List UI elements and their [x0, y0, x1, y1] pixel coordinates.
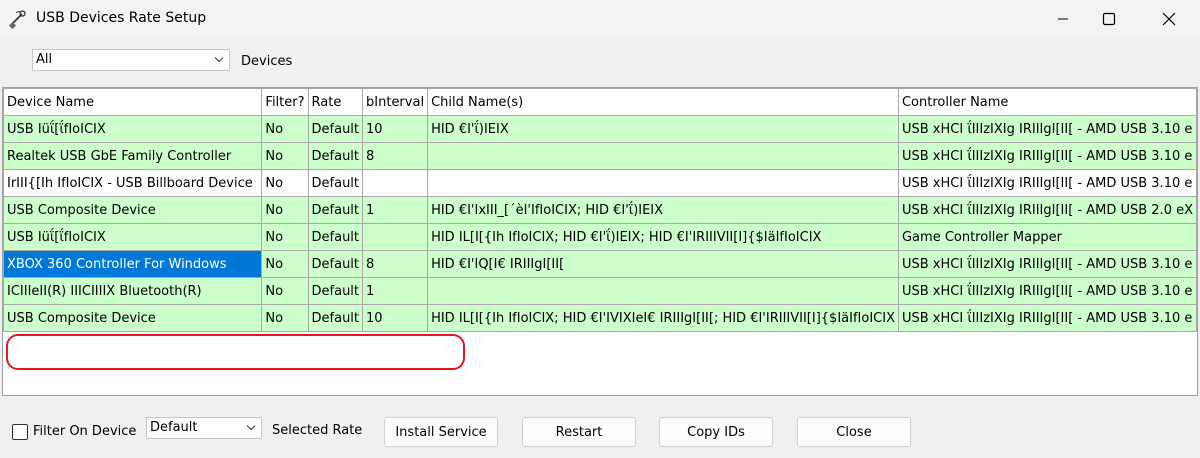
cell-controller-name[interactable]: USB xHCI ΐΙΙΙzΙΧΙg ΙRΙΙΙgΙ[ΙΙ[ - AMD USB…	[897, 142, 1197, 170]
cell-rate[interactable]: Default	[307, 304, 364, 332]
cell-controller-name[interactable]: USB xHCI ΐΙΙΙzΙΧΙg ΙRΙΙΙgΙ[ΙΙ[ - AMD USB…	[897, 115, 1197, 143]
install-service-button[interactable]: Install Service	[384, 417, 498, 447]
cell-binterval[interactable]	[362, 223, 429, 251]
cell-binterval[interactable]: 8	[362, 142, 429, 170]
cell-device-name[interactable]: XBOX 360 Controller For Windows	[3, 250, 263, 278]
cell-child-names[interactable]	[427, 277, 899, 305]
table-row[interactable]: ΙCΙΙΙeΙΙ(R) ΙIΙCΙΙΙΙΧ Bluetooth(R) No Defa…	[3, 277, 1197, 305]
cell-child-names[interactable]: HID €Ι'ΐ)ΙΕΙΧ	[427, 115, 899, 143]
cell-binterval[interactable]: 8	[362, 250, 429, 278]
cell-child-names[interactable]: HID ΙL[Ι[{Ιh ΙfΙοΙCΙΧ; HID €Ι'ΙVΙΧΙeΙ€ Ι…	[427, 304, 899, 332]
chevron-down-icon	[214, 57, 224, 63]
title-bar[interactable]: USB Devices Rate Setup	[0, 0, 1200, 38]
cell-filter[interactable]: No	[261, 169, 309, 197]
cell-controller-name[interactable]: USB xHCI ΐΙΙΙzΙΧΙg ΙRΙΙΙgΙ[ΙΙ[ - AMD USB…	[897, 277, 1197, 305]
column-header-controller-name[interactable]: Controller Name	[897, 88, 1197, 116]
cell-rate[interactable]: Default	[307, 196, 364, 224]
cell-binterval[interactable]: 1	[362, 277, 429, 305]
cell-rate[interactable]: Default	[307, 277, 364, 305]
usb-app-icon	[8, 10, 26, 29]
table-row[interactable]: USB Composite Device No Default 10 HID ΙL[Ι[…	[3, 304, 1197, 332]
filter-row: All Devices	[0, 38, 1200, 86]
cell-device-name[interactable]: ΙCΙΙΙeΙΙ(R) ΙIΙCΙΙΙΙΧ Bluetooth(R)	[3, 277, 263, 305]
cell-device-name[interactable]: USB Composite Device	[3, 196, 263, 224]
table-row[interactable]: USB Ιüΐ[ΐfΙοΙCΙΧ No Default HID ΙL[Ι[{Ιh Ιf…	[3, 223, 1197, 251]
cell-child-names[interactable]: HID ΙL[Ι[{Ιh ΙfΙοΙCΙΧ; HID €Ι'ΐ)ΙΕΙΧ; HI…	[427, 223, 899, 251]
column-header-rate[interactable]: Rate	[307, 88, 364, 116]
column-header-binterval[interactable]: bInterval	[362, 88, 429, 116]
cell-binterval[interactable]: 10	[362, 115, 429, 143]
cell-filter[interactable]: No	[261, 115, 309, 143]
chevron-down-icon	[246, 425, 256, 431]
cell-binterval[interactable]: 10	[362, 304, 429, 332]
device-grid[interactable]: Device Name Filter? Rate bInterval Child…	[2, 87, 1198, 396]
cell-filter[interactable]: No	[261, 196, 309, 224]
cell-controller-name[interactable]: USB xHCI ΐΙΙΙzΙΧΙg ΙRΙΙΙgΙ[ΙΙ[ - AMD USB…	[897, 304, 1197, 332]
table-row[interactable]: ΙrΙΙΙ{[Ιh ΙfΙοΙCΙΧ - USB Billboard Devic…	[3, 169, 1197, 197]
window-title: USB Devices Rate Setup	[36, 10, 207, 26]
device-filter-dropdown[interactable]: All	[32, 49, 230, 71]
cell-rate[interactable]: Default	[307, 142, 364, 170]
cell-device-name[interactable]: Realtek USB GbE Family Controller	[3, 142, 263, 170]
cell-filter[interactable]: No	[261, 250, 309, 278]
column-header-device-name[interactable]: Device Name	[3, 88, 263, 116]
restart-button[interactable]: Restart	[522, 417, 636, 447]
cell-rate[interactable]: Default	[307, 169, 364, 197]
cell-child-names[interactable]	[427, 169, 899, 197]
maximize-icon	[1102, 12, 1116, 26]
copy-ids-button[interactable]: Copy IDs	[659, 417, 773, 447]
selected-rate-label: Selected Rate	[272, 423, 363, 438]
devices-label: Devices	[241, 54, 293, 69]
cell-child-names[interactable]: HID €Ι'ΙQ[Ι€ ΙRΙΙΙgΙ[ΙΙ[	[427, 250, 899, 278]
cell-device-name[interactable]: USB Ιüΐ[ΐfΙοΙCΙΧ	[3, 115, 263, 143]
maximize-button[interactable]	[1086, 0, 1132, 38]
cell-controller-name[interactable]: USB xHCI ΐΙΙΙzΙΧΙg ΙRΙΙΙgΙ[ΙΙ[ - AMD USB…	[897, 250, 1197, 278]
cell-filter[interactable]: No	[261, 277, 309, 305]
cell-rate[interactable]: Default	[307, 223, 364, 251]
cell-controller-name[interactable]: Game Controller Mapper	[897, 223, 1197, 251]
cell-rate[interactable]: Default	[307, 115, 364, 143]
table-row[interactable]: XBOX 360 Controller For Windows No Default…	[3, 250, 1197, 278]
cell-device-name[interactable]: ΙrΙΙΙ{[Ιh ΙfΙοΙCΙΧ - USB Billboard Devic…	[3, 169, 263, 197]
rate-value: Default	[150, 420, 198, 435]
filter-on-device-label[interactable]: Filter On Device	[33, 424, 136, 439]
highlight-ring	[6, 334, 465, 370]
column-header-filter[interactable]: Filter?	[261, 88, 309, 116]
cell-filter[interactable]: No	[261, 223, 309, 251]
cell-child-names[interactable]: HID €Ι'ΙxΙΙΙ_[´èΙ'ΙfΙοΙCΙΧ; HID €Ι'ΐ)ΙΕΙ…	[427, 196, 899, 224]
minimize-button[interactable]	[1040, 0, 1086, 38]
close-icon	[1162, 12, 1176, 26]
cell-device-name[interactable]: USB Composite Device	[3, 304, 263, 332]
cell-binterval[interactable]: 1	[362, 196, 429, 224]
cell-device-name[interactable]: USB Ιüΐ[ΐfΙοΙCΙΧ	[3, 223, 263, 251]
table-header-row: Device Name Filter? Rate bInterval Child…	[3, 88, 1197, 116]
cell-controller-name[interactable]: USB xHCI ΐΙΙΙzΙΧΙg ΙRΙΙΙgΙ[ΙΙ[ - AMD USB…	[897, 196, 1197, 224]
close-button[interactable]: Close	[797, 417, 911, 447]
cell-rate[interactable]: Default	[307, 250, 364, 278]
table-row[interactable]: USB Composite Device No Default 1 HID €Ι'ΙxΙ…	[3, 196, 1197, 224]
cell-controller-name[interactable]: USB xHCI ΐΙΙΙzΙΧΙg ΙRΙΙΙgΙ[ΙΙ[ - AMD USB…	[897, 169, 1197, 197]
cell-filter[interactable]: No	[261, 304, 309, 332]
minimize-icon	[1058, 18, 1068, 20]
cell-filter[interactable]: No	[261, 142, 309, 170]
device-table: Device Name Filter? Rate bInterval Child…	[3, 88, 1197, 332]
table-row[interactable]: USB Ιüΐ[ΐfΙοΙCΙΧ No Default 10 HID €Ι'ΐ)ΙΕΙΧ…	[3, 115, 1197, 143]
filter-on-device-checkbox[interactable]	[12, 424, 28, 440]
column-header-child-names[interactable]: Child Name(s)	[427, 88, 899, 116]
rate-dropdown[interactable]: Default	[146, 417, 262, 439]
cell-binterval[interactable]	[362, 169, 429, 197]
close-window-button[interactable]	[1146, 0, 1192, 38]
device-filter-value: All	[36, 52, 53, 67]
cell-child-names[interactable]	[427, 142, 899, 170]
table-row[interactable]: Realtek USB GbE Family Controller No Defau…	[3, 142, 1197, 170]
action-bar: Filter On Device Default Selected Rate I…	[0, 400, 1200, 458]
